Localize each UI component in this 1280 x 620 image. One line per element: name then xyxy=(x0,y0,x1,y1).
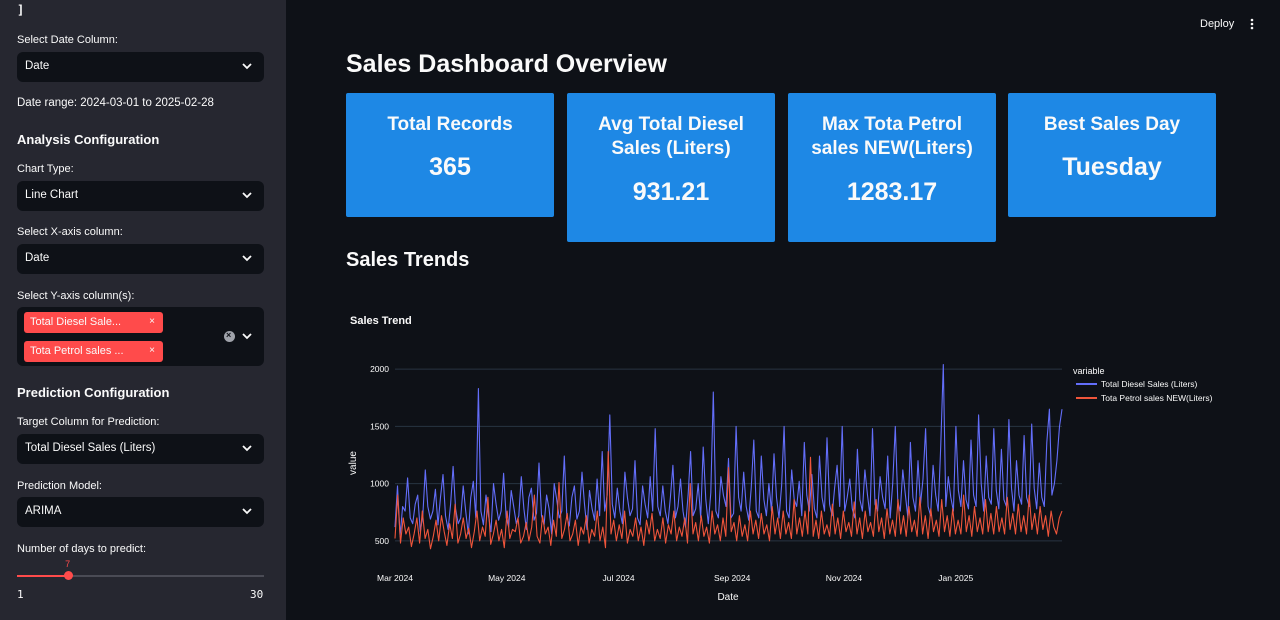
x-axis-ticks: Mar 2024 May 2024 Jul 2024 Sep 2024 Nov 2024… xyxy=(377,573,973,583)
y-axis-label: Select Y-axis column(s): xyxy=(17,290,135,302)
page-title: Sales Dashboard Overview xyxy=(346,50,667,78)
series-line-diesel[interactable] xyxy=(394,364,1063,537)
x-tick-label: Jul 2024 xyxy=(602,573,634,583)
days-slider-value: 7 xyxy=(65,559,71,569)
metric-value: 1283.17 xyxy=(846,178,938,206)
collapse-sidebar-icon[interactable]: ] xyxy=(17,3,24,17)
chevron-down-icon xyxy=(242,445,252,452)
days-slider-thumb[interactable] xyxy=(63,571,73,580)
x-tick-label: May 2024 xyxy=(488,573,526,583)
date-column-value: Date xyxy=(25,60,50,72)
chevron-down-icon xyxy=(242,63,252,70)
y-tick-label: 1000 xyxy=(370,479,389,489)
target-column-select[interactable]: Total Diesel Sales (Liters) xyxy=(17,434,264,464)
date-column-label: Select Date Column: xyxy=(17,34,118,46)
deploy-button[interactable]: Deploy xyxy=(1200,18,1234,30)
sales-trend-chart[interactable]: Sales Trend 500 1000 1500 2000 Mar 2024 May … xyxy=(340,300,1240,610)
y-tick-label: 2000 xyxy=(370,364,389,374)
target-column-label: Target Column for Prediction: xyxy=(17,416,160,428)
legend-title: variable xyxy=(1073,366,1105,376)
prediction-model-select[interactable]: ARIMA xyxy=(17,497,264,527)
y-tick-label: 500 xyxy=(375,536,389,546)
metric-title: Avg Total Diesel Sales (Liters) xyxy=(598,114,744,159)
metric-title: Total Records xyxy=(387,114,513,135)
remove-tag-icon[interactable]: × xyxy=(149,345,155,356)
legend-item-petrol[interactable]: Tota Petrol sales NEW(Liters) xyxy=(1076,393,1213,403)
x-axis-select[interactable]: Date xyxy=(17,244,264,274)
chevron-down-icon xyxy=(242,255,252,262)
y-axis-tag-label: Total Diesel Sale... xyxy=(30,316,122,328)
sidebar: ] Select Date Column: Date Date range: 2… xyxy=(0,0,286,620)
y-axis-tag-label: Tota Petrol sales ... xyxy=(30,345,124,357)
analysis-heading: Analysis Configuration xyxy=(17,132,160,147)
y-axis-ticks: 500 1000 1500 2000 xyxy=(370,364,389,546)
y-axis-multiselect[interactable]: Total Diesel Sale... × Tota Petrol sales… xyxy=(17,307,264,366)
target-column-value: Total Diesel Sales (Liters) xyxy=(25,442,156,454)
prediction-heading: Prediction Configuration xyxy=(17,385,170,400)
metric-title: Max Tota Petrol sales NEW(Liters) xyxy=(811,114,973,159)
x-tick-label: Jan 2025 xyxy=(938,573,973,583)
chevron-down-icon[interactable] xyxy=(242,333,252,340)
chevron-down-icon xyxy=(242,192,252,199)
prediction-model-value: ARIMA xyxy=(25,505,62,517)
remove-tag-icon[interactable]: × xyxy=(149,316,155,327)
x-tick-label: Sep 2024 xyxy=(714,573,751,583)
metric-card-best-day: Best Sales Day Tuesday xyxy=(1008,93,1216,217)
chart-type-value: Line Chart xyxy=(25,189,79,201)
legend-label: Total Diesel Sales (Liters) xyxy=(1101,379,1198,389)
metric-value: 365 xyxy=(429,153,471,181)
metric-value: 931.21 xyxy=(632,178,710,206)
metric-card-total-records: Total Records 365 xyxy=(346,93,554,217)
days-slider-fill xyxy=(17,575,69,577)
x-tick-label: Mar 2024 xyxy=(377,573,413,583)
legend-label: Tota Petrol sales NEW(Liters) xyxy=(1101,393,1213,403)
metric-value: Tuesday xyxy=(1062,153,1162,181)
metric-card-avg-diesel: Avg Total Diesel Sales (Liters) 931.21 xyxy=(567,93,775,242)
chart-title: Sales Trend xyxy=(350,315,412,327)
legend-item-diesel[interactable]: Total Diesel Sales (Liters) xyxy=(1076,379,1198,389)
prediction-model-label: Prediction Model: xyxy=(17,480,102,492)
metric-card-max-petrol: Max Tota Petrol sales NEW(Liters) 1283.1… xyxy=(788,93,996,242)
sales-trends-heading: Sales Trends xyxy=(346,249,470,271)
days-slider-max: 30 xyxy=(250,588,264,601)
x-axis-value: Date xyxy=(25,252,50,264)
x-tick-label: Nov 2024 xyxy=(826,573,863,583)
clear-all-icon[interactable]: × xyxy=(224,330,235,342)
chevron-down-icon xyxy=(242,508,252,515)
chart-type-select[interactable]: Line Chart xyxy=(17,181,264,211)
y-axis-tag-diesel[interactable]: Total Diesel Sale... × xyxy=(24,312,163,333)
vertical-dots-icon[interactable] xyxy=(1248,17,1256,31)
days-to-predict-label: Number of days to predict: xyxy=(17,543,147,555)
date-range-text: Date range: 2024-03-01 to 2025-02-28 xyxy=(17,97,214,109)
y-axis-tag-petrol[interactable]: Tota Petrol sales ... × xyxy=(24,341,163,362)
y-tick-label: 1500 xyxy=(370,421,389,431)
y-axis-title: value xyxy=(348,451,359,475)
x-axis-title: Date xyxy=(717,592,739,603)
chart-series xyxy=(394,364,1063,550)
metric-title: Best Sales Day xyxy=(1043,114,1181,135)
date-column-select[interactable]: Date xyxy=(17,52,264,82)
chart-type-label: Chart Type: xyxy=(17,163,74,175)
x-axis-label: Select X-axis column: xyxy=(17,226,123,238)
days-slider-min: 1 xyxy=(17,588,24,601)
